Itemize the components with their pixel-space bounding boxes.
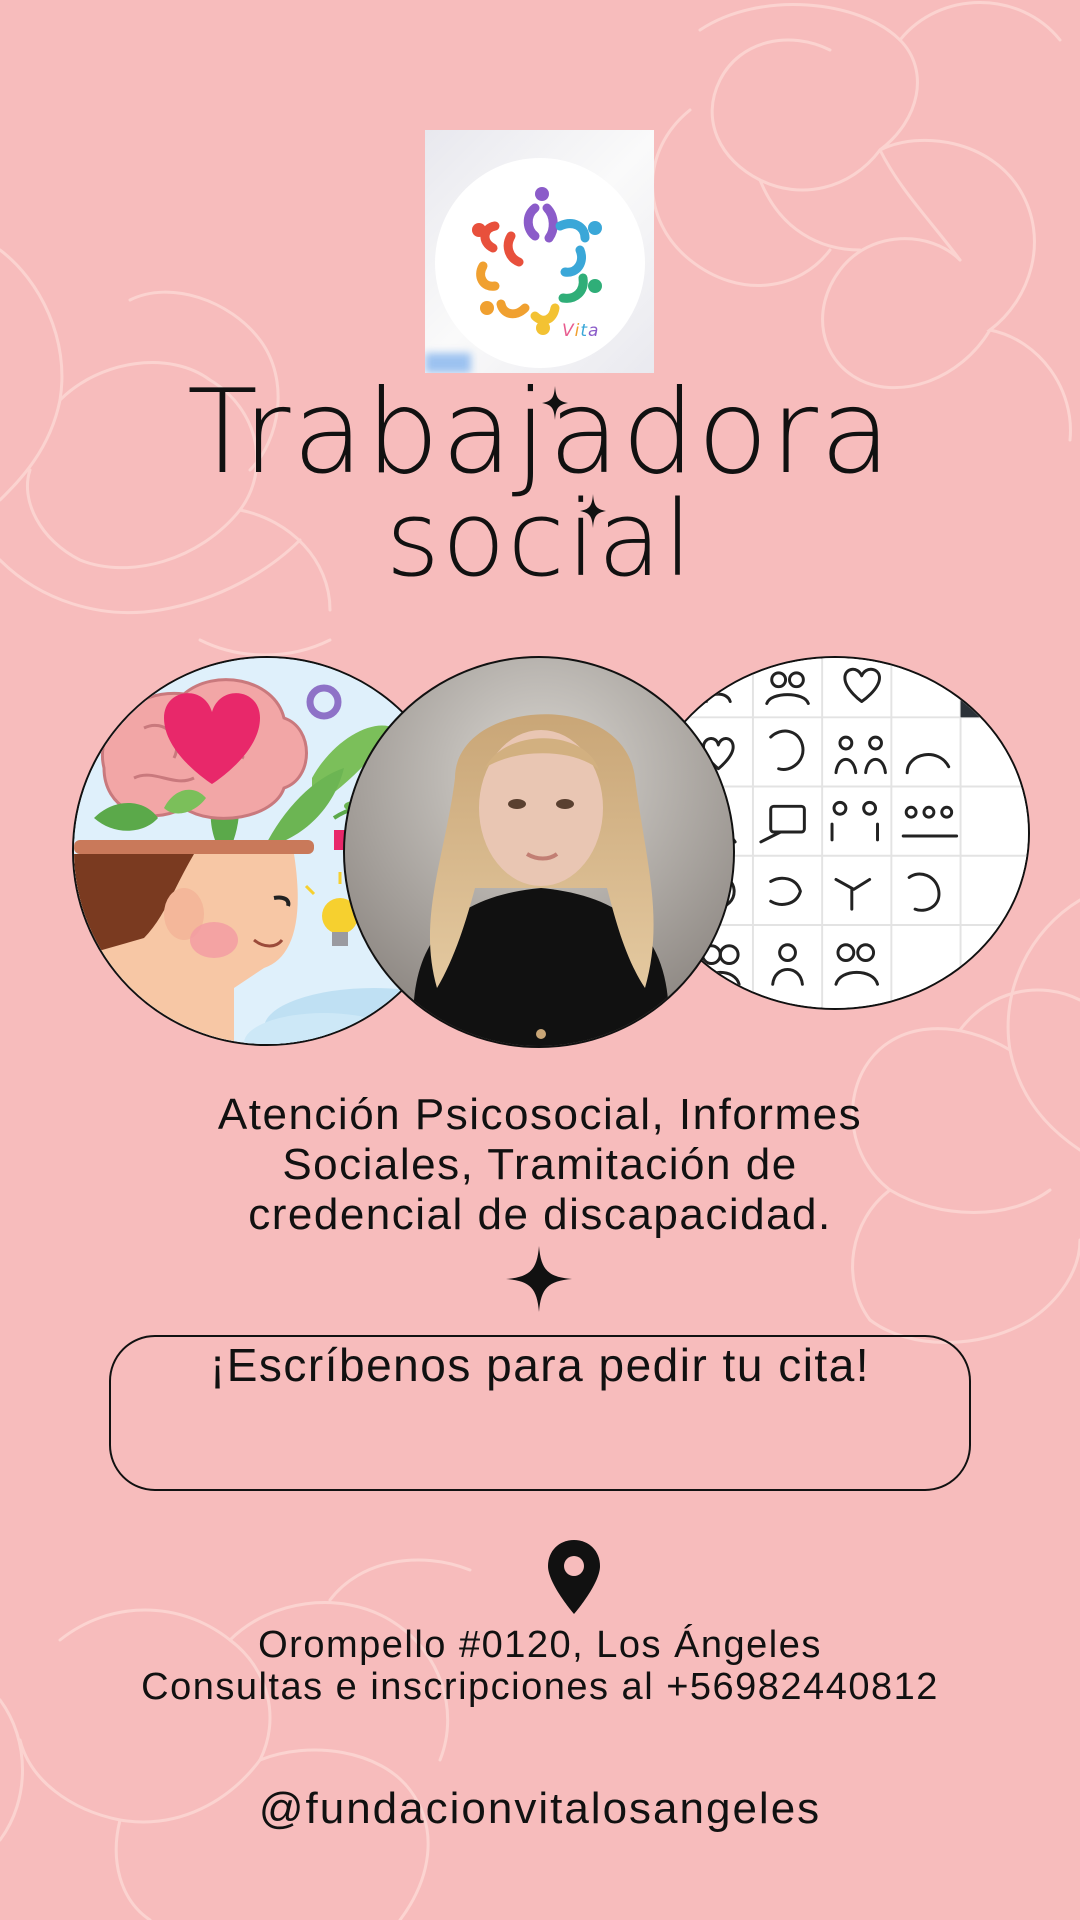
profile-photo: [343, 656, 735, 1048]
services-text: Atención Psicosocial, Informes Sociales,…: [0, 1090, 1080, 1240]
profile-photo-art: [345, 658, 733, 1046]
services-line-3: credencial de discapacidad.: [248, 1190, 832, 1239]
title-line-2: social: [385, 478, 695, 600]
social-handle[interactable]: @fundacionvitalosangeles: [0, 1784, 1080, 1834]
vita-people-star-icon: [472, 187, 602, 335]
services-line-2: Sociales, Tramitación de: [282, 1140, 798, 1189]
logo-wordmark: Vita: [562, 321, 600, 341]
logo: Vita: [425, 130, 654, 373]
services-line-1: Atención Psicosocial, Informes: [217, 1090, 863, 1139]
cta-text: ¡Escríbenos para pedir tu cita!: [209, 1339, 871, 1391]
sparkle-icon: [580, 494, 606, 528]
phone-text[interactable]: Consultas e inscripciones al +5698244081…: [0, 1666, 1080, 1708]
address-text: Orompello #0120, Los Ángeles: [258, 1624, 822, 1666]
flyer: Vita Trabajadora social Atención Psicoso…: [0, 0, 1080, 1920]
sparkle-icon: [506, 1246, 572, 1312]
location-pin-icon: [548, 1540, 600, 1614]
logo-circle: Vita: [435, 158, 645, 368]
contact-info: Orompello #0120, Los Ángeles Consultas e…: [0, 1624, 1080, 1708]
sparkle-icon: [542, 386, 568, 420]
